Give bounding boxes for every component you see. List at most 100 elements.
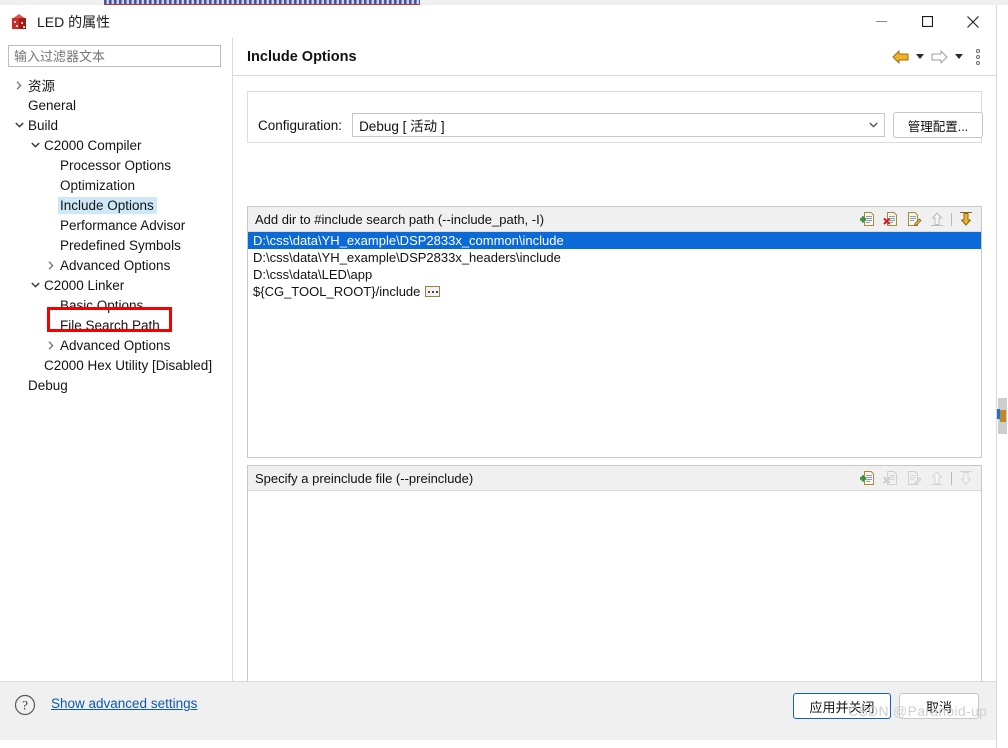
list-item[interactable]: D:\css\data\YH_example\DSP2833x_headers\…	[248, 249, 981, 266]
move-down-icon[interactable]	[956, 209, 976, 229]
configuration-group: Configuration: Debug [ 活动 ] 管理配置...	[247, 91, 983, 143]
sidebar-item-include-options[interactable]: Include Options	[0, 195, 232, 215]
maximize-icon[interactable]	[904, 5, 950, 38]
sidebar-item-label: 资源	[28, 79, 55, 94]
delete-preinclude-file-icon	[881, 468, 901, 488]
sidebar-item-c2000-linker[interactable]: C2000 Linker	[0, 275, 232, 295]
back-history-chevron-down-icon[interactable]	[913, 46, 926, 68]
sidebar-item-label: Build	[28, 117, 59, 133]
help-icon[interactable]: ?	[14, 694, 36, 716]
dialog-footer: ? Show advanced settings 应用并关闭 取消	[0, 681, 996, 740]
include-path-list[interactable]: D:\css\data\YH_example\DSP2833x_common\i…	[248, 232, 981, 457]
sidebar-item-general[interactable]: General	[0, 95, 232, 115]
sidebar-item-predefined-symbols[interactable]: Predefined Symbols	[0, 235, 232, 255]
window-controls	[858, 5, 996, 38]
back-arrow-icon[interactable]	[889, 46, 911, 68]
list-item-text: D:\css\data\LED\app	[253, 267, 373, 282]
sidebar-item-advanced-options[interactable]: Advanced Options	[0, 335, 232, 355]
sidebar-item-label: Predefined Symbols	[60, 237, 181, 253]
chevron-down-icon[interactable]	[12, 115, 26, 135]
move-down-icon	[956, 468, 976, 488]
page-pane: Include Options Configuration: Debug [活…	[233, 38, 996, 715]
configuration-label: Configuration:	[258, 117, 343, 133]
chevron-down-icon[interactable]	[862, 114, 884, 136]
sidebar-item-label: File Search Path	[60, 317, 160, 333]
page-navigation-toolbar	[889, 46, 996, 68]
minimize-icon[interactable]	[858, 5, 904, 38]
show-advanced-settings-link[interactable]: Show advanced settings	[51, 696, 197, 711]
edit-include-path-icon[interactable]	[904, 209, 924, 229]
settings-tree-pane: 资源 General Build C2000 Compiler Processor Op…	[0, 38, 233, 681]
page-title: Include Options	[247, 48, 357, 65]
edit-preinclude-file-icon	[904, 468, 924, 488]
toolbar-separator	[951, 212, 952, 226]
sidebar-item-label: Advanced Options	[60, 337, 171, 353]
background-marker-blue	[997, 409, 1000, 419]
view-menu-icon[interactable]	[970, 46, 986, 68]
list-item[interactable]: D:\css\data\LED\app	[248, 266, 981, 283]
sidebar-item-label: C2000 Compiler	[44, 137, 142, 153]
list-item-text: D:\css\data\YH_example\DSP2833x_headers\…	[253, 250, 561, 265]
background-marker-orange	[1000, 410, 1006, 422]
forward-arrow-icon	[928, 46, 950, 68]
sidebar-item-label: Debug	[28, 377, 68, 393]
sidebar-item-label: C2000 Hex Utility [Disabled]	[44, 357, 213, 373]
configuration-selected-value: Debug [ 活动 ]	[359, 119, 445, 134]
include-path-toolbar	[858, 209, 981, 229]
properties-dialog: LED 的属性 资源 General Build C2000 Compiler Proc…	[0, 5, 996, 748]
chevron-down-icon[interactable]	[28, 135, 42, 155]
preinclude-file-header-label: Specify a preinclude file (--preinclude)	[255, 470, 474, 486]
sidebar-item-performance-advisor[interactable]: Performance Advisor	[0, 215, 232, 235]
sidebar-item-debug[interactable]: Debug	[0, 375, 232, 395]
list-item-text: ${CG_TOOL_ROOT}/include	[253, 284, 421, 299]
sidebar-item-c2000-compiler[interactable]: C2000 Compiler	[0, 135, 232, 155]
sidebar-item-label: Advanced Options	[60, 257, 171, 273]
preinclude-file-toolbar	[858, 468, 981, 488]
list-item[interactable]: ${CG_TOOL_ROOT}/include	[248, 283, 981, 300]
sidebar-item-basic-options[interactable]: Basic Options	[0, 295, 232, 315]
manage-configurations-button[interactable]: 管理配置...	[893, 112, 983, 138]
preinclude-file-header: Specify a preinclude file (--preinclude)	[248, 466, 981, 491]
background-window-right-sliver	[996, 5, 1008, 748]
move-up-icon	[927, 468, 947, 488]
filter-input[interactable]	[8, 45, 221, 67]
dialog-titlebar: LED 的属性	[0, 5, 996, 38]
forward-history-chevron-down-icon[interactable]	[952, 46, 965, 68]
configuration-row: Configuration: Debug [ 活动 ] 管理配置...	[248, 112, 983, 138]
sidebar-item-build[interactable]: Build	[0, 115, 232, 135]
delete-include-path-icon[interactable]	[881, 209, 901, 229]
chevron-right-icon[interactable]	[44, 255, 58, 275]
add-preinclude-file-icon[interactable]	[858, 468, 878, 488]
sidebar-item-file-search-path[interactable]: File Search Path	[0, 315, 232, 335]
include-path-header-label: Add dir to #include search path (--inclu…	[255, 211, 545, 227]
sidebar-item-optimization[interactable]: Optimization	[0, 175, 232, 195]
close-icon[interactable]	[950, 5, 996, 38]
chevron-down-icon[interactable]	[28, 275, 42, 295]
move-up-icon[interactable]	[927, 209, 947, 229]
sidebar-item-[interactable]: 资源	[0, 75, 232, 95]
chevron-right-icon[interactable]	[44, 335, 58, 355]
sidebar-item-c2000-hex-utility-disabled[interactable]: C2000 Hex Utility [Disabled]	[0, 355, 232, 375]
add-include-path-icon[interactable]	[858, 209, 878, 229]
svg-text:?: ?	[22, 698, 28, 713]
sidebar-item-advanced-options[interactable]: Advanced Options	[0, 255, 232, 275]
include-path-group: Add dir to #include search path (--inclu…	[247, 206, 982, 458]
include-path-header: Add dir to #include search path (--inclu…	[248, 207, 981, 232]
sidebar-item-label: Processor Options	[60, 157, 172, 173]
background-scrollbar-track[interactable]	[997, 5, 1008, 748]
chevron-right-icon[interactable]	[12, 75, 26, 95]
page-header: Include Options	[233, 38, 996, 75]
list-item[interactable]: D:\css\data\YH_example\DSP2833x_common\i…	[248, 232, 981, 249]
sidebar-item-label: General	[28, 97, 77, 113]
dialog-title: LED 的属性	[37, 13, 111, 30]
sidebar-item-processor-options[interactable]: Processor Options	[0, 155, 232, 175]
preinclude-file-group: Specify a preinclude file (--preinclude)	[247, 465, 982, 715]
configuration-select[interactable]: Debug [ 活动 ]	[352, 113, 885, 137]
header-divider	[233, 75, 996, 76]
